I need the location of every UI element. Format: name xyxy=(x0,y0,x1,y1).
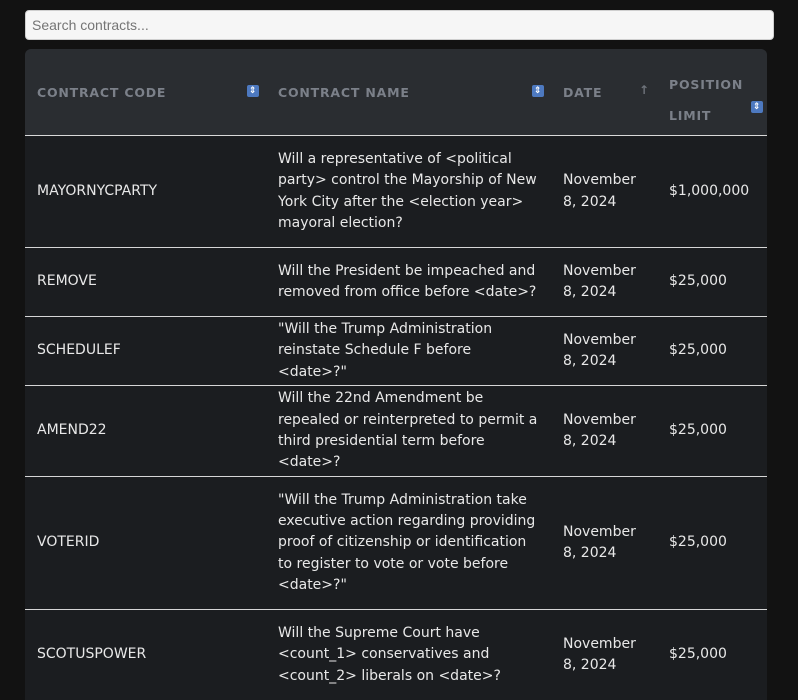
sort-toggle-icon[interactable]: ⇕ xyxy=(247,85,259,97)
cell-contract-code: VOTERID xyxy=(25,476,266,610)
cell-position-limit: $25,000 xyxy=(657,247,767,317)
cell-position-limit: $25,000 xyxy=(657,316,767,386)
cell-date: November 8, 2024 xyxy=(551,135,657,248)
sort-toggle-icon[interactable]: ⇕ xyxy=(532,85,544,97)
sort-toggle-icon[interactable]: ⇕ xyxy=(751,101,763,113)
column-header-contract-name[interactable]: CONTRACT NAME ⇕ xyxy=(266,49,551,136)
cell-contract-name: Will the President be impeached and remo… xyxy=(266,247,551,317)
cell-position-limit: $25,000 xyxy=(657,609,767,700)
cell-contract-code: MAYORNYCPARTY xyxy=(25,135,266,248)
column-label: CONTRACT CODE xyxy=(37,85,167,100)
table-header-row: CONTRACT CODE ⇕ CONTRACT NAME ⇕ DATE ↑ P… xyxy=(25,49,767,136)
cell-contract-name: Will the Supreme Court have <count_1> co… xyxy=(266,609,551,700)
cell-contract-name: "Will the Trump Administration take exec… xyxy=(266,476,551,610)
sort-ascending-icon[interactable]: ↑ xyxy=(639,83,650,97)
cell-date: November 8, 2024 xyxy=(551,247,657,317)
search-input[interactable] xyxy=(25,10,774,40)
column-label: POSITION LIMIT xyxy=(669,77,744,123)
table-row[interactable]: SCHEDULEF "Will the Trump Administration… xyxy=(25,316,767,386)
table-row[interactable]: MAYORNYCPARTY Will a representative of <… xyxy=(25,135,767,248)
cell-contract-name: Will a representative of <political part… xyxy=(266,135,551,248)
table-row[interactable]: REMOVE Will the President be impeached a… xyxy=(25,247,767,317)
cell-date: November 8, 2024 xyxy=(551,316,657,386)
column-label: DATE xyxy=(563,85,603,100)
cell-date: November 8, 2024 xyxy=(551,609,657,700)
cell-contract-code: REMOVE xyxy=(25,247,266,317)
cell-contract-code: SCHEDULEF xyxy=(25,316,266,386)
cell-position-limit: $1,000,000 xyxy=(657,135,767,248)
table-row[interactable]: VOTERID "Will the Trump Administration t… xyxy=(25,476,767,610)
cell-date: November 8, 2024 xyxy=(551,385,657,477)
contracts-table: CONTRACT CODE ⇕ CONTRACT NAME ⇕ DATE ↑ P… xyxy=(25,49,767,700)
cell-contract-code: AMEND22 xyxy=(25,385,266,477)
cell-position-limit: $25,000 xyxy=(657,385,767,477)
cell-contract-name: Will the 22nd Amendment be repealed or r… xyxy=(266,385,551,477)
column-header-position-limit[interactable]: POSITION LIMIT ⇕ xyxy=(657,49,767,136)
table-row[interactable]: SCOTUSPOWER Will the Supreme Court have … xyxy=(25,609,767,700)
column-header-date[interactable]: DATE ↑ xyxy=(551,49,657,136)
column-label: CONTRACT NAME xyxy=(278,85,410,100)
column-header-contract-code[interactable]: CONTRACT CODE ⇕ xyxy=(25,49,266,136)
table-row[interactable]: AMEND22 Will the 22nd Amendment be repea… xyxy=(25,385,767,477)
cell-position-limit: $25,000 xyxy=(657,476,767,610)
cell-date: November 8, 2024 xyxy=(551,476,657,610)
cell-contract-code: SCOTUSPOWER xyxy=(25,609,266,700)
cell-contract-name: "Will the Trump Administration reinstate… xyxy=(266,316,551,386)
